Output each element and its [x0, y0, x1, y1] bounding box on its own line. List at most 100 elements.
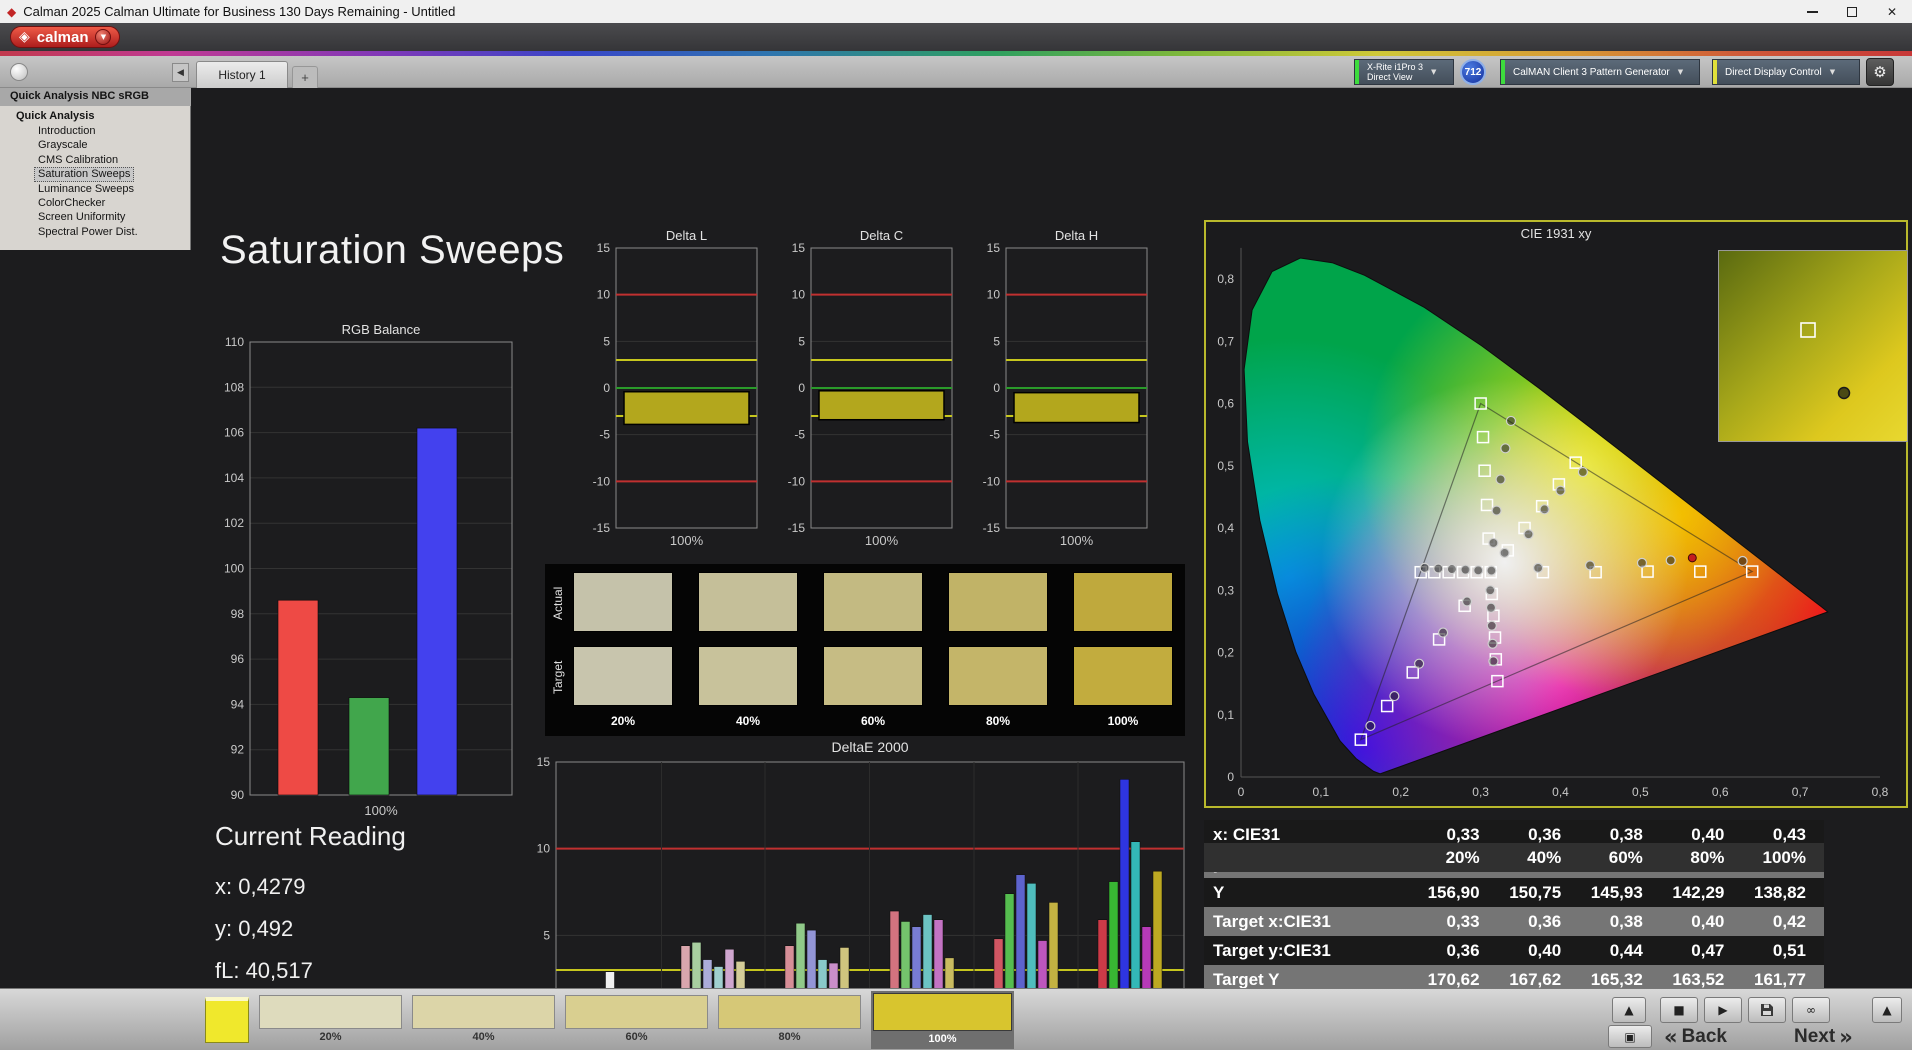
chevron-down-icon: ▼: [1829, 68, 1836, 76]
results-table: 20% 40% 60% 80% 100% x: CIE31 0,33 0,36 0,38 0,40…: [1204, 820, 1824, 994]
delta-l-chart: Delta L 15 10 5 0 -5 -10 -15 100%: [580, 228, 766, 552]
workflow-tree: Quick Analysis Introduction Grayscale CMS C…: [0, 106, 191, 250]
back-button[interactable]: « Back: [1664, 1025, 1731, 1049]
svg-text:-5: -5: [794, 428, 805, 442]
actual-swatch-60%: [823, 572, 923, 632]
svg-text:-5: -5: [989, 428, 1000, 442]
save-button[interactable]: [1748, 997, 1786, 1023]
svg-text:0: 0: [1238, 785, 1245, 799]
pattern-window-button[interactable]: ▣: [1608, 1025, 1652, 1048]
svg-text:Delta H: Delta H: [1055, 228, 1098, 243]
sidebar-item-luminance-sweeps[interactable]: Luminance Sweeps: [34, 182, 138, 196]
svg-text:15: 15: [597, 241, 611, 255]
svg-text:0,2: 0,2: [1392, 785, 1409, 799]
next-button[interactable]: Next »: [1790, 1025, 1853, 1049]
display-control-dropdown[interactable]: Direct Display Control ▼: [1712, 59, 1860, 85]
svg-text:0,8: 0,8: [1217, 272, 1234, 286]
saturation-swatch-label: 20%: [319, 1031, 342, 1043]
target-swatch-60%: [823, 646, 923, 706]
sidebar-item-spectral-power-dist-[interactable]: Spectral Power Dist.: [34, 225, 142, 239]
svg-text:Delta L: Delta L: [666, 228, 707, 243]
minimize-icon: [1806, 10, 1818, 13]
add-tab-button[interactable]: +: [292, 66, 318, 88]
spin-up-button-right[interactable]: ▲: [1872, 997, 1902, 1023]
cie-zoom-inset: [1718, 250, 1908, 442]
svg-text:RGB Balance: RGB Balance: [342, 322, 421, 337]
svg-text:0: 0: [993, 381, 1000, 395]
footer-bar: 20% 40% 60% 80% 100% ▲ ■ ▶ ∞ ▲ ▣ « Back Next…: [0, 988, 1912, 1050]
spin-up-button[interactable]: ▲: [1612, 997, 1646, 1023]
display-control-label: Direct Display Control: [1725, 66, 1822, 78]
sidebar-item-colorchecker[interactable]: ColorChecker: [34, 196, 109, 210]
maximize-button[interactable]: [1832, 0, 1872, 23]
minimize-button[interactable]: [1792, 0, 1832, 23]
meter-dropdown[interactable]: X-Rite i1Pro 3 Direct View ▼: [1354, 59, 1454, 85]
saturation-swatch: [412, 995, 555, 1029]
current-color-swatch[interactable]: [205, 997, 249, 1043]
sidebar-item-cms-calibration[interactable]: CMS Calibration: [34, 153, 122, 167]
svg-text:0,6: 0,6: [1712, 785, 1729, 799]
sidebar-collapse-button[interactable]: ◀: [172, 63, 189, 82]
svg-text:0: 0: [1227, 770, 1234, 784]
actual-swatch-40%: [698, 572, 798, 632]
actual-swatch-100%: [1073, 572, 1173, 632]
rainbow-gradient-strip: [0, 51, 1912, 56]
calman-logo-button[interactable]: ◈ calman ▼: [10, 26, 121, 48]
saturation-swatch-label: 80%: [778, 1031, 801, 1043]
delta-h-chart: Delta H 15 10 5 0 -5 -10 -15 100%: [970, 228, 1156, 552]
pattern-generator-label: CalMAN Client 3 Pattern Generator: [1513, 66, 1670, 78]
chevron-down-icon: ▼: [1677, 68, 1684, 76]
svg-text:108: 108: [224, 380, 244, 394]
svg-text:15: 15: [987, 241, 1001, 255]
svg-text:-10: -10: [593, 474, 611, 488]
tab-history-1[interactable]: History 1: [196, 61, 288, 88]
swatch-column-label: 100%: [1107, 714, 1139, 728]
sidebar-root-quick-analysis[interactable]: Quick Analysis: [0, 109, 190, 124]
svg-text:0,1: 0,1: [1313, 785, 1330, 799]
swatch-column-label: 60%: [860, 714, 886, 728]
play-button[interactable]: ▶: [1704, 997, 1742, 1023]
saturation-swatch-label: 100%: [928, 1033, 957, 1045]
sidebar-item-screen-uniformity[interactable]: Screen Uniformity: [34, 210, 129, 224]
current-reading-value: y: 0,492: [215, 916, 294, 941]
svg-text:-15: -15: [593, 521, 611, 535]
settings-gear-button[interactable]: ⚙: [1866, 58, 1894, 86]
saturation-level-button-80%[interactable]: 80%: [718, 995, 861, 1047]
main-content: Quick Analysis NBC sRGB Quick Analysis In…: [0, 88, 1912, 1040]
svg-text:0,7: 0,7: [1217, 334, 1234, 348]
saturation-swatch-label: 60%: [625, 1031, 648, 1043]
next-chevrons-icon: »: [1839, 1025, 1853, 1049]
saturation-level-button-40%[interactable]: 40%: [412, 995, 555, 1047]
close-button[interactable]: ✕: [1872, 0, 1912, 23]
svg-text:98: 98: [231, 607, 245, 621]
saturation-swatch-label: 40%: [472, 1031, 495, 1043]
svg-text:Delta C: Delta C: [860, 228, 903, 243]
saturation-level-button-60%[interactable]: 60%: [565, 995, 708, 1047]
pattern-generator-dropdown[interactable]: CalMAN Client 3 Pattern Generator ▼: [1500, 59, 1700, 85]
sidebar-item-grayscale[interactable]: Grayscale: [34, 138, 92, 152]
sidebar-menu-button[interactable]: [10, 63, 28, 81]
meter-badge[interactable]: 712: [1460, 59, 1486, 85]
window-title: Calman 2025 Calman Ultimate for Business…: [23, 4, 456, 19]
logo-dropdown-icon[interactable]: ▼: [95, 29, 112, 45]
svg-text:-15: -15: [788, 521, 806, 535]
svg-text:90: 90: [231, 788, 245, 802]
svg-text:10: 10: [987, 288, 1001, 302]
sidebar-item-introduction[interactable]: Introduction: [34, 124, 99, 138]
table-row: Target x:CIE31 0,33 0,36 0,38 0,40 0,42: [1204, 907, 1824, 936]
svg-text:100%: 100%: [865, 533, 899, 548]
stop-button[interactable]: ■: [1660, 997, 1698, 1023]
saturation-level-button-20%[interactable]: 20%: [259, 995, 402, 1047]
saturation-swatch: [565, 995, 708, 1029]
target-swatch-80%: [948, 646, 1048, 706]
current-reading-value: x: 0,4279: [215, 874, 306, 899]
saturation-level-button-100%[interactable]: 100%: [871, 991, 1014, 1049]
svg-text:0,4: 0,4: [1552, 785, 1569, 799]
saturation-swatch: [873, 993, 1012, 1031]
svg-text:-15: -15: [983, 521, 1001, 535]
actual-swatch-80%: [948, 572, 1048, 632]
continuous-measure-button[interactable]: ∞: [1792, 997, 1830, 1023]
svg-text:10: 10: [792, 288, 806, 302]
swatch-column-label: 80%: [985, 714, 1011, 728]
sidebar-item-saturation-sweeps[interactable]: Saturation Sweeps: [34, 167, 135, 182]
